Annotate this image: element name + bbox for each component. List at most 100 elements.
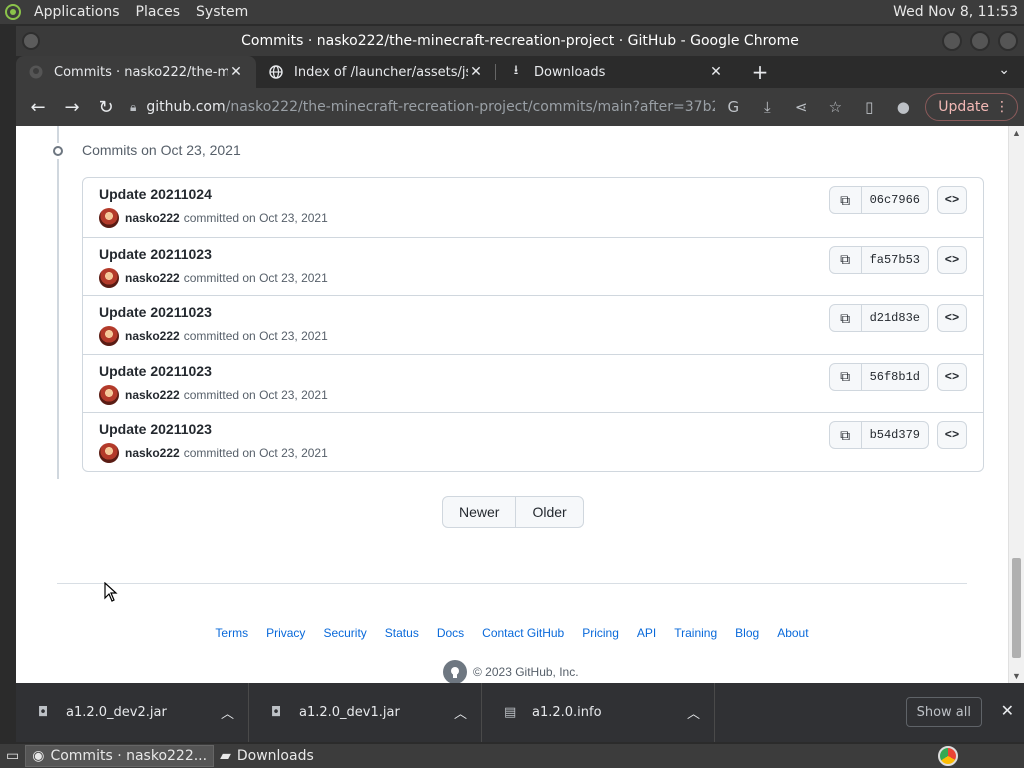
close-tab-icon[interactable]: ✕ [228,64,244,80]
browser-toolbar: ← → ↻ 🔒︎ github.com/nasko222/the-minecra… [16,88,1024,126]
commit-row: Update 20211023 nasko222 committed on Oct… [83,295,983,354]
avatar[interactable] [99,443,119,464]
browse-repo-icon[interactable]: <> [937,245,967,274]
window-titlebar[interactable]: Commits · nasko222/the-minecraft-recreat… [16,26,1024,56]
download-item[interactable]: ◘ a1.2.0_dev1.jar ︿ [249,683,482,742]
copy-sha-icon[interactable]: ⧉ [830,187,862,213]
chevron-up-icon[interactable]: ︿ [454,703,467,722]
commit-author[interactable]: nasko222 [125,388,180,402]
chevron-up-icon[interactable]: ︿ [687,703,700,722]
copy-sha-icon[interactable]: ⧉ [830,305,862,332]
commit-sha-link[interactable]: d21d83e [862,305,928,331]
scroll-up-icon[interactable]: ▲ [1012,128,1021,138]
pagination: Newer Older [442,496,584,528]
footer-link-api[interactable]: API [637,626,656,640]
scrollbar-thumb[interactable] [1012,558,1021,658]
newer-button[interactable]: Newer [443,497,517,527]
commit-author[interactable]: nasko222 [125,271,180,285]
browse-repo-icon[interactable]: <> [937,421,967,450]
places-menu[interactable]: Places [128,0,189,24]
avatar[interactable] [99,384,119,405]
taskbar-item-downloads[interactable]: ▰ Downloads [214,745,320,767]
distro-logo-icon[interactable] [0,0,26,24]
taskbar-item-label: Commits · nasko222... [50,748,208,764]
footer-link-blog[interactable]: Blog [735,626,759,640]
side-panel-icon[interactable]: ▯ [853,91,885,123]
footer-link-security[interactable]: Security [323,626,366,640]
browse-repo-icon[interactable]: <> [937,362,967,391]
footer-link-contact[interactable]: Contact GitHub [482,626,564,640]
download-filename: a1.2.0_dev2.jar [66,705,167,720]
footer-link-about[interactable]: About [777,626,808,640]
applications-menu[interactable]: Applications [26,0,128,24]
forward-icon[interactable]: → [56,91,88,123]
commit-meta: committed on Oct 23, 2021 [183,387,328,402]
show-desktop-icon[interactable]: ▭ [0,745,25,767]
download-item[interactable]: ◘ a1.2.0_dev2.jar ︿ [16,683,249,742]
reload-icon[interactable]: ↻ [90,91,122,123]
footer-link-privacy[interactable]: Privacy [266,626,305,640]
minimize-button[interactable] [942,31,962,51]
commit-author[interactable]: nasko222 [125,329,180,343]
bookmark-star-icon[interactable]: ☆ [819,91,851,123]
google-lens-icon[interactable]: G [717,91,749,123]
scroll-down-icon[interactable]: ▼ [1012,671,1021,681]
copy-sha-icon[interactable]: ⧉ [830,246,862,273]
show-all-downloads-button[interactable]: Show all [905,697,982,727]
footer-link-docs[interactable]: Docs [437,626,464,640]
download-icon: ⭳ [513,63,519,78]
commit-sha-link[interactable]: 56f8b1d [862,364,928,390]
tab-search-chevron-icon[interactable]: ⌄ [998,62,1010,78]
avatar[interactable] [99,326,119,347]
taskbar-item-chrome[interactable]: ◉ Commits · nasko222... [25,745,215,767]
maximize-button[interactable] [970,31,990,51]
copyright-text: © 2023 GitHub, Inc. [473,665,579,679]
folder-icon: ▰ [220,748,231,764]
address-bar[interactable]: 🔒︎ github.com/nasko222/the-minecraft-rec… [124,92,715,122]
copy-sha-icon[interactable]: ⧉ [830,422,862,449]
chevron-up-icon[interactable]: ︿ [221,703,234,722]
github-icon [28,64,44,80]
footer-link-status[interactable]: Status [385,626,419,640]
tab-index[interactable]: Index of /launcher/assets/json ✕ [256,56,496,88]
tab-downloads[interactable]: ⭳ Downloads ✕ [496,56,736,88]
commit-sha-link[interactable]: fa57b53 [862,247,928,273]
browse-repo-icon[interactable]: <> [937,186,967,214]
close-shelf-icon[interactable]: ✕ [1001,701,1014,720]
window-menu-button[interactable] [22,32,40,50]
update-chrome-button[interactable]: Update ⋮ [925,93,1018,121]
page-content: Commits on Oct 23, 2021 Update 20211024 … [16,126,1024,683]
profile-avatar-icon[interactable]: ● [887,91,919,123]
close-tab-icon[interactable]: ✕ [708,64,724,80]
chrome-tray-icon[interactable] [938,746,958,766]
commit-author[interactable]: nasko222 [125,211,180,225]
older-button[interactable]: Older [516,497,582,527]
download-filename: a1.2.0.info [532,705,602,720]
commit-sha-link[interactable]: b54d379 [862,422,928,448]
footer-link-pricing[interactable]: Pricing [582,626,619,640]
chrome-icon: ◉ [32,748,45,764]
lock-icon[interactable]: 🔒︎ [130,100,136,115]
close-tab-icon[interactable]: ✕ [468,64,484,80]
download-item[interactable]: ▤ a1.2.0.info ︿ [482,683,715,742]
avatar[interactable] [99,208,119,228]
clock[interactable]: Wed Nov 8, 11:53 [893,0,1018,24]
github-logo-icon[interactable] [443,660,467,683]
commit-row: Update 20211024 nasko222 committed on Oct… [83,178,983,237]
avatar[interactable] [99,267,119,288]
browse-repo-icon[interactable]: <> [937,304,967,333]
new-tab-button[interactable]: + [744,56,776,88]
install-app-icon[interactable]: ⤓ [751,91,783,123]
tab-commits[interactable]: Commits · nasko222/the-mine ✕ [16,56,256,88]
copy-sha-icon[interactable]: ⧉ [830,363,862,390]
commit-sha-link[interactable]: 06c7966 [862,187,928,213]
footer-link-terms[interactable]: Terms [215,626,248,640]
back-icon[interactable]: ← [22,91,54,123]
commit-author[interactable]: nasko222 [125,446,180,460]
page-scrollbar[interactable]: ▲ ▼ [1008,126,1024,683]
share-icon[interactable]: ⋖ [785,91,817,123]
download-shelf: ◘ a1.2.0_dev2.jar ︿ ◘ a1.2.0_dev1.jar ︿ … [16,683,1024,742]
close-window-button[interactable] [998,31,1018,51]
system-menu[interactable]: System [188,0,256,24]
footer-link-training[interactable]: Training [674,626,717,640]
